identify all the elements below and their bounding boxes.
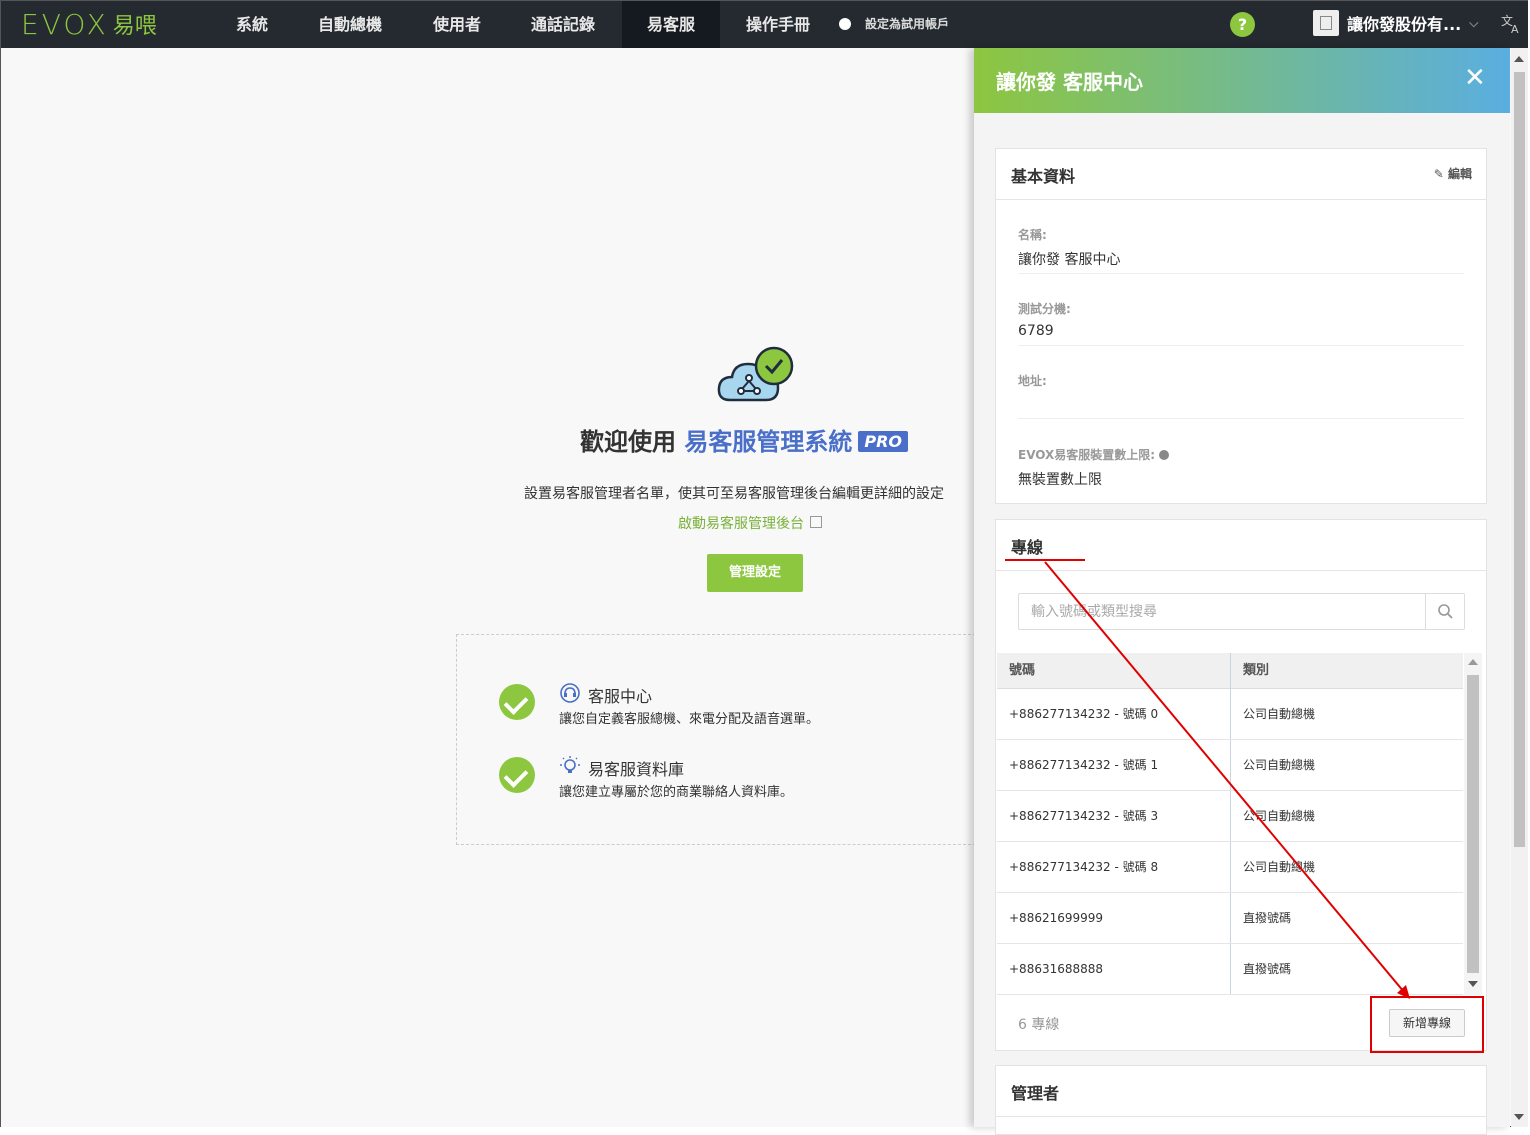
annotation-highlight-box [1370,996,1484,1053]
annotation-arrow-line [1044,561,1405,993]
annotation-overlay [1005,559,1484,1053]
